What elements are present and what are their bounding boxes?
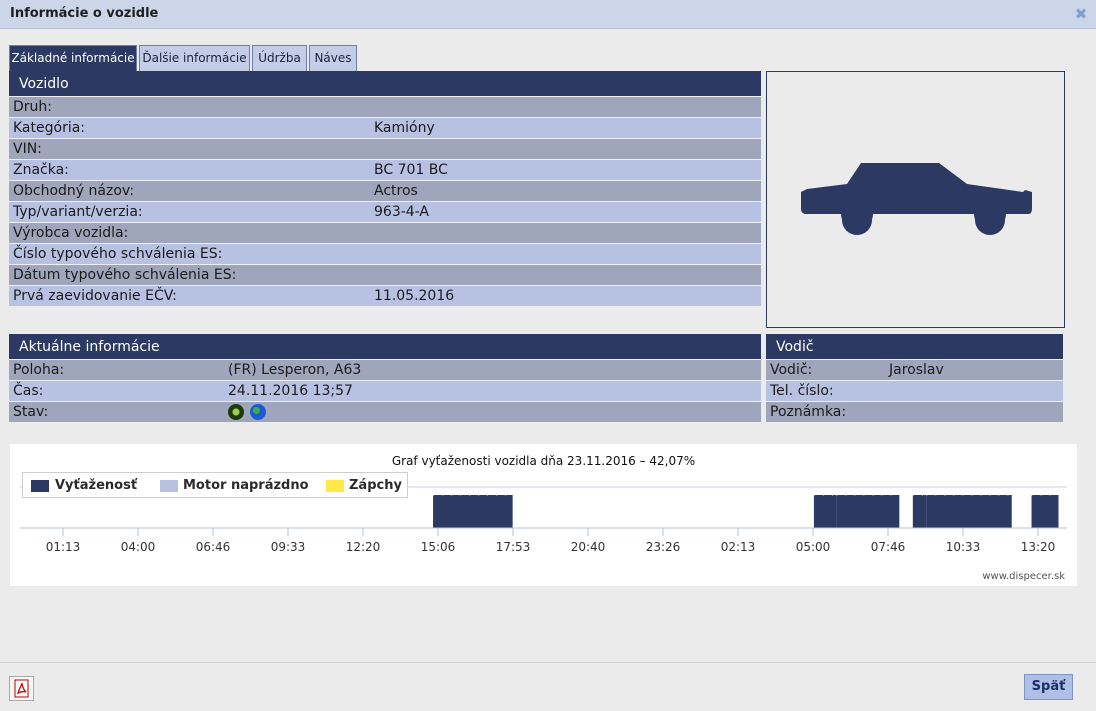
legend-label-traffic: Zápchy bbox=[349, 478, 402, 493]
chart-plot: 01:13 04:00 06:46 09:33 12:20 15:06 17:53 20:40… bbox=[20, 486, 1067, 554]
x-tick-label: 10:33 bbox=[946, 540, 981, 554]
row-label: Výrobca vozidla: bbox=[13, 225, 129, 241]
chart-legend: Vyťaženosť Motor naprázdno Zápchy bbox=[22, 472, 408, 498]
vehicle-panel-header: Vozidlo bbox=[9, 71, 761, 96]
current-row-time: Čas: 24.11.2016 13;57 bbox=[9, 380, 761, 401]
close-icon[interactable]: ✖ bbox=[1074, 7, 1088, 22]
vehicle-row-manufacturer: Výrobca vozidla: bbox=[9, 222, 761, 243]
row-label: Prvá zaevidovanie EČV: bbox=[13, 288, 177, 304]
x-tick-label: 09:33 bbox=[271, 540, 306, 554]
legend-swatch-utilization bbox=[31, 480, 49, 492]
vehicle-row-approval-number: Číslo typového schválenia ES: bbox=[9, 243, 761, 264]
vehicle-row-plate: Značka: BC 701 BC bbox=[9, 159, 761, 180]
legend-swatch-traffic bbox=[326, 480, 344, 492]
window-titlebar: Informácie o vozidle ✖ bbox=[0, 0, 1096, 29]
driver-panel: Vodič Vodič: Jaroslav Tel. číslo: Poznám… bbox=[766, 334, 1063, 422]
x-tick-label: 01:13 bbox=[46, 540, 81, 554]
utilization-bar bbox=[813, 495, 837, 528]
legend-label-idle: Motor naprázdno bbox=[183, 478, 309, 493]
vehicle-row-category: Kategória: Kamióny bbox=[9, 117, 761, 138]
row-label: Vodič: bbox=[770, 362, 813, 378]
x-tick-label: 12:20 bbox=[346, 540, 381, 554]
x-tick-label: 13:20 bbox=[1021, 540, 1056, 554]
current-info-header: Aktuálne informácie bbox=[9, 334, 761, 359]
row-label: Tel. číslo: bbox=[770, 383, 834, 399]
row-label: Typ/variant/verzia: bbox=[13, 204, 143, 220]
vehicle-panel: Vozidlo Druh: Kategória: Kamióny VIN: Zn… bbox=[9, 71, 761, 306]
gps-globe-icon bbox=[250, 404, 266, 420]
driver-row-phone: Tel. číslo: bbox=[766, 380, 1063, 401]
row-value: 24.11.2016 13;57 bbox=[228, 383, 353, 399]
vehicle-row-first-registration: Prvá zaevidovanie EČV: 11.05.2016 bbox=[9, 285, 761, 306]
legend-swatch-idle bbox=[160, 480, 178, 492]
vehicle-row-vin: VIN: bbox=[9, 138, 761, 159]
utilization-bar bbox=[1031, 495, 1059, 528]
utilization-bar bbox=[926, 495, 1012, 528]
x-tick-label: 02:13 bbox=[721, 540, 756, 554]
row-label: Čas: bbox=[13, 383, 44, 399]
utilization-bar bbox=[433, 495, 513, 528]
x-tick-label: 20:40 bbox=[571, 540, 606, 554]
footer-divider bbox=[0, 662, 1096, 663]
chart-credit: www.dispecer.sk bbox=[982, 571, 1065, 582]
row-label: Poznámka: bbox=[770, 404, 847, 420]
x-tick-label: 06:46 bbox=[196, 540, 231, 554]
driver-row-name: Vodič: Jaroslav bbox=[766, 359, 1063, 380]
pdf-export-button[interactable] bbox=[9, 676, 34, 701]
x-tick-label: 07:46 bbox=[871, 540, 906, 554]
x-tick-label: 17:53 bbox=[496, 540, 531, 554]
engine-status-icon bbox=[228, 404, 244, 420]
window-title: Informácie o vozidle bbox=[10, 6, 159, 21]
row-value: BC 701 BC bbox=[374, 162, 448, 178]
row-value: Actros bbox=[374, 183, 418, 199]
utilization-bar bbox=[912, 495, 927, 528]
row-label: VIN: bbox=[13, 141, 42, 157]
row-value: 11.05.2016 bbox=[374, 288, 455, 304]
row-value: Jaroslav bbox=[889, 362, 944, 378]
tab-basic-info[interactable]: Základné informácie bbox=[9, 45, 137, 71]
row-value: Kamióny bbox=[374, 120, 435, 136]
x-tick-label: 23:26 bbox=[646, 540, 681, 554]
row-label: Poloha: bbox=[13, 362, 65, 378]
vehicle-row-trade-name: Obchodný názov: Actros bbox=[9, 180, 761, 201]
utilization-chart: Graf vyťaženosti vozidla dňa 23.11.2016 … bbox=[10, 444, 1077, 586]
x-tick-label: 15:06 bbox=[421, 540, 456, 554]
driver-panel-header: Vodič bbox=[766, 334, 1063, 359]
row-label: Obchodný názov: bbox=[13, 183, 135, 199]
vehicle-row-variant: Typ/variant/verzia: 963-4-A bbox=[9, 201, 761, 222]
row-label: Stav: bbox=[13, 404, 49, 420]
driver-row-note: Poznámka: bbox=[766, 401, 1063, 422]
car-silhouette-icon bbox=[801, 163, 1032, 235]
row-label: Číslo typového schválenia ES: bbox=[13, 246, 223, 262]
vehicle-row-approval-date: Dátum typového schválenia ES: bbox=[9, 264, 761, 285]
row-label: Kategória: bbox=[13, 120, 86, 136]
vehicle-image bbox=[766, 71, 1065, 328]
legend-label-utilization: Vyťaženosť bbox=[55, 478, 138, 493]
tab-maintenance[interactable]: Údržba bbox=[252, 45, 307, 71]
row-label: Dátum typového schválenia ES: bbox=[13, 267, 237, 283]
tab-trailer[interactable]: Náves bbox=[309, 45, 357, 71]
x-tick-label: 05:00 bbox=[796, 540, 831, 554]
row-label: Značka: bbox=[13, 162, 69, 178]
pdf-icon bbox=[14, 679, 29, 698]
current-info-panel: Aktuálne informácie Poloha: (FR) Lespero… bbox=[9, 334, 761, 422]
row-value: 963-4-A bbox=[374, 204, 430, 220]
utilization-bar bbox=[836, 495, 900, 528]
current-row-position: Poloha: (FR) Lesperon, A63 bbox=[9, 359, 761, 380]
row-value: (FR) Lesperon, A63 bbox=[228, 362, 362, 378]
x-tick-label: 04:00 bbox=[121, 540, 156, 554]
row-label: Druh: bbox=[13, 99, 52, 115]
vehicle-row-type: Druh: bbox=[9, 96, 761, 117]
back-button[interactable]: Späť bbox=[1024, 674, 1073, 700]
tab-more-info[interactable]: Ďalšie informácie bbox=[139, 45, 250, 71]
current-row-status: Stav: bbox=[9, 401, 761, 422]
